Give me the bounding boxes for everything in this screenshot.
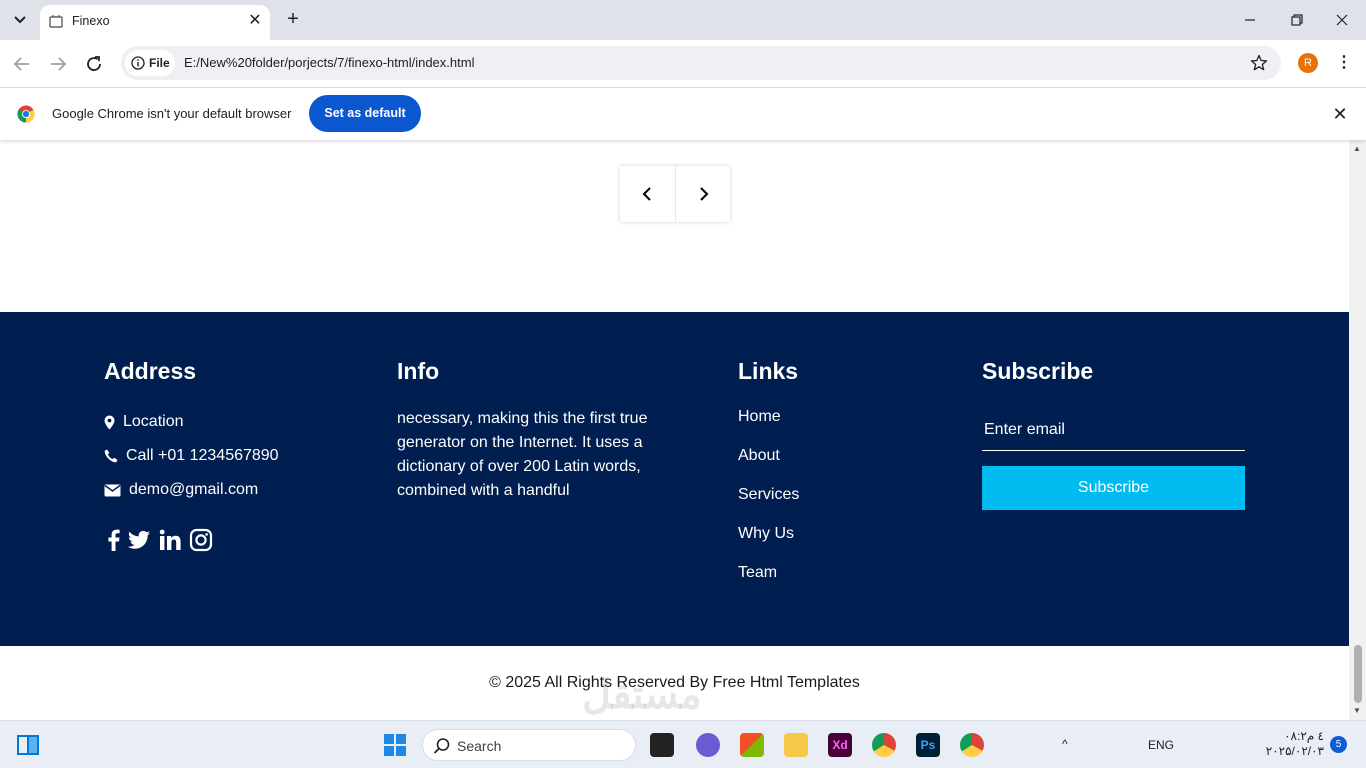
chevron-down-icon [14,16,26,24]
site-chip-label: File [149,56,170,70]
clock[interactable]: ۰۸:۲٤ م ۲۰۲۵/۰۲/۰۳ [1262,729,1324,759]
default-browser-infobar: Google Chrome isn't your default browser… [0,87,1366,140]
tray-overflow-icon[interactable]: ^ [1062,737,1068,751]
infobar-close-icon[interactable]: ✕ [1330,104,1350,124]
tab-close-icon[interactable]: ✕ [246,12,264,30]
tab-strip: Finexo ✕ + [0,0,1366,40]
linkedin-icon[interactable] [158,528,182,552]
reload-icon[interactable] [82,52,106,76]
infobar-message: Google Chrome isn't your default browser [52,106,292,121]
page-favicon-icon [49,15,63,28]
email-text: demo@gmail.com [129,481,259,498]
widgets-icon[interactable] [16,734,40,756]
footer-link-home[interactable]: Home [738,408,781,426]
phone-text: Call +01 1234567890 [126,447,279,464]
restore-icon[interactable] [1284,8,1308,32]
chevron-right-icon [700,187,709,201]
clock-date: ۲۰۲۵/۰۲/۰۳ [1265,744,1324,758]
terminal-app-icon[interactable] [650,733,674,757]
browser-toolbar: File E:/New%20folder/porjects/7/finexo-h… [0,40,1366,87]
tab-title: Finexo [72,14,110,28]
windows-taskbar: Search Xd Ps ^ ENG ۰۸:۲٤ م ۲۰۲۵/۰۲/۰۳ 5 [0,720,1366,768]
facebook-icon[interactable] [102,528,126,552]
address-heading: Address [104,358,197,384]
chrome-logo-icon [17,105,35,123]
minimize-icon[interactable] [1238,8,1262,32]
address-email[interactable]: demo@gmail.com [104,481,258,499]
window-close-icon[interactable] [1330,8,1354,32]
kebab-menu-icon[interactable]: ⋮ [1334,52,1354,74]
phone-icon [104,449,118,463]
subscribe-heading: Subscribe [982,358,1094,384]
language-indicator[interactable]: ENG [1148,738,1174,752]
tab-search-button[interactable] [8,6,32,34]
chrome-app-icon[interactable] [872,733,896,757]
info-icon [131,56,145,70]
browser-tab[interactable]: Finexo ✕ [40,5,270,40]
site-info-chip[interactable]: File [125,50,175,76]
footer-link-services[interactable]: Services [738,486,799,504]
notification-badge[interactable]: 5 [1330,736,1347,753]
carousel-prev-button[interactable] [620,166,675,222]
chevron-left-icon [642,187,651,201]
info-paragraph: necessary, making this the first true ge… [397,410,648,499]
subscribe-button[interactable]: Subscribe [982,466,1245,510]
footer-link-why-us[interactable]: Why Us [738,525,794,543]
photoshop-icon[interactable]: Ps [916,733,940,757]
address-bar[interactable]: File E:/New%20folder/porjects/7/finexo-h… [121,46,1281,80]
windows-start-icon[interactable] [384,734,406,756]
links-heading: Links [738,358,799,384]
footer-section: Address Location Call +01 1234567890 dem… [0,312,1349,646]
page-viewport: Address Location Call +01 1234567890 dem… [0,140,1349,720]
watermark-logo: مستقل [582,673,702,717]
scroll-up-icon[interactable]: ▲ [1353,144,1361,153]
taskbar-search-label: Search [457,738,502,754]
bookmark-star-icon[interactable] [1249,53,1269,73]
footer-link-team[interactable]: Team [738,564,777,582]
new-tab-button[interactable]: + [282,8,304,30]
info-heading: Info [397,358,440,384]
adobe-xd-icon[interactable]: Xd [828,733,852,757]
taskbar-search-box[interactable]: Search [422,729,636,761]
address-phone[interactable]: Call +01 1234567890 [104,447,279,465]
page-scrollbar[interactable]: ▲ ▼ [1349,140,1366,720]
carousel-nav [620,166,730,222]
location-text: Location [123,413,184,430]
back-arrow-icon[interactable] [10,52,34,76]
twitter-icon[interactable] [127,528,151,552]
footer-link-about[interactable]: About [738,447,780,465]
profile-avatar[interactable]: R [1298,53,1318,73]
set-as-default-button[interactable]: Set as default [309,95,421,132]
scroll-down-icon[interactable]: ▼ [1353,706,1361,715]
carousel-next-button[interactable] [675,166,730,222]
instagram-icon[interactable] [189,528,213,552]
file-explorer-icon[interactable] [784,733,808,757]
email-input[interactable] [982,410,1245,451]
search-icon [433,738,450,754]
address-location[interactable]: Location [104,413,184,431]
map-marker-icon [104,415,115,429]
chrome-profile-app-icon[interactable] [960,733,984,757]
forward-arrow-icon[interactable] [46,52,70,76]
envelope-icon [104,484,121,496]
url-text[interactable]: E:/New%20folder/porjects/7/finexo-html/i… [184,55,474,70]
scroll-thumb[interactable] [1354,645,1362,703]
clock-time: ۰۸:۲٤ م [1284,729,1324,743]
store-app-icon[interactable] [740,733,764,757]
meet-app-icon[interactable] [696,733,720,757]
